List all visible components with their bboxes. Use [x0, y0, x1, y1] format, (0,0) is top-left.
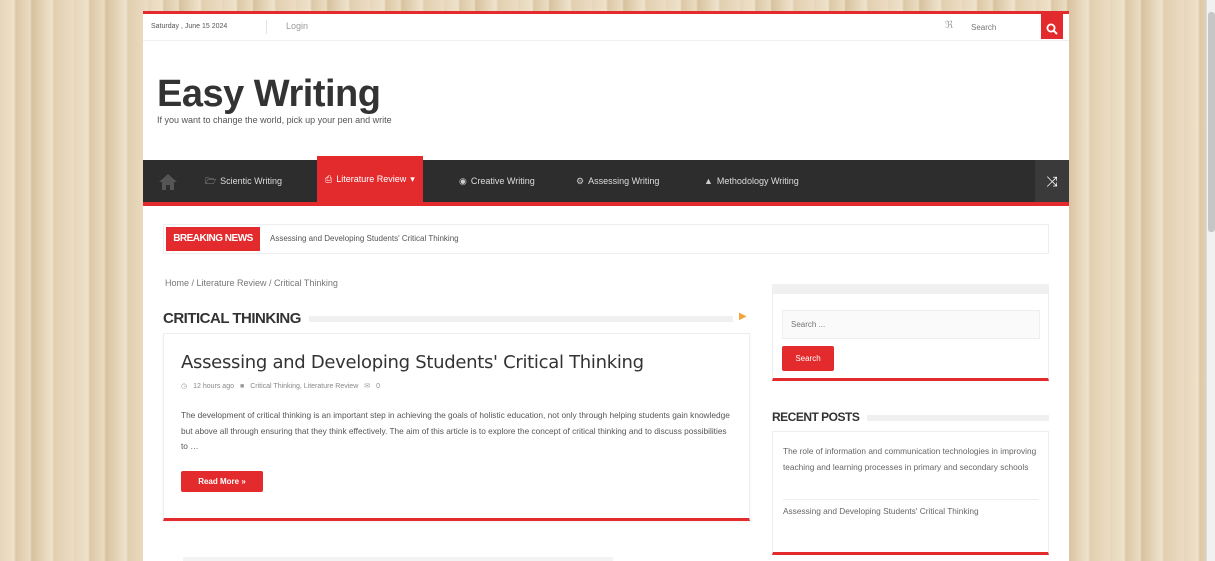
clock-icon: ◷	[181, 383, 188, 390]
site-title[interactable]: Easy Writing	[157, 74, 392, 114]
sidebar-search-input[interactable]	[782, 310, 1040, 339]
folder-icon: 🗁	[205, 176, 217, 186]
nav-item-creative-writing[interactable]: ◉ Creative Writing	[449, 160, 545, 202]
nav-item-assessing-writing[interactable]: ⚙ Assessing Writing	[566, 160, 669, 202]
gears-icon: ⚙	[576, 176, 585, 186]
post-meta: ◷ 12 hours ago ■ Critical Thinking, Lite…	[181, 382, 380, 391]
read-more-button[interactable]: Read More »	[181, 471, 263, 492]
home-icon[interactable]	[157, 172, 187, 194]
comments-icon: ✉	[364, 383, 371, 390]
category-heading: CRITICAL THINKING ▶	[163, 310, 750, 330]
nav-item-label: Creative Writing	[470, 176, 535, 186]
folder-icon: ■	[239, 382, 245, 390]
main-navigation: 🗁 Scientic Writing ⎙ Literature Review ▾…	[143, 156, 1069, 206]
recent-posts-widget: The role of information and communicatio…	[772, 431, 1049, 555]
scrollbar-thumb[interactable]	[1208, 12, 1215, 232]
rss-icon[interactable]: ℜ	[945, 20, 953, 31]
post-time: 12 hours ago	[193, 382, 234, 390]
post-excerpt: The development of critical thinking is …	[181, 410, 730, 451]
nav-item-methodology-writing[interactable]: ▲ Methodology Writing	[694, 160, 809, 202]
top-bar: Saturday , June 15 2024 Login ℜ	[143, 11, 1069, 41]
nav-item-label: Literature Review	[336, 174, 407, 184]
nav-item-label: Methodology Writing	[716, 176, 799, 186]
site-tagline: If you want to change the world, pick up…	[157, 115, 392, 125]
shuffle-icon: ⤨	[1046, 173, 1058, 189]
post-title[interactable]: Assessing and Developing Students' Criti…	[181, 352, 644, 373]
book-icon: ⎙	[325, 174, 333, 184]
divider	[783, 499, 1038, 500]
page-container: Saturday , June 15 2024 Login ℜ Easy Wri…	[143, 11, 1069, 561]
rss-feed-icon[interactable]: ▶	[739, 311, 747, 322]
top-search-button[interactable]	[1041, 14, 1063, 39]
nav-item-scientic-writing[interactable]: 🗁 Scientic Writing	[195, 160, 292, 202]
divider	[266, 20, 267, 34]
page-scrollbar[interactable]	[1206, 0, 1215, 561]
recent-posts-title: RECENT POSTS	[772, 410, 868, 424]
nav-item-label: Assessing Writing	[588, 176, 660, 186]
recent-post-link[interactable]: The role of information and communicatio…	[783, 444, 1038, 475]
post-categories[interactable]: Critical Thinking, Literature Review	[250, 383, 358, 390]
category-title: CRITICAL THINKING	[163, 310, 309, 327]
current-date: Saturday , June 15 2024	[151, 23, 228, 30]
login-link[interactable]: Login	[286, 21, 308, 31]
breaking-news-bar: BREAKING NEWS Assessing and Developing S…	[163, 224, 1049, 254]
next-post-placeholder	[183, 557, 613, 561]
recent-posts-heading: RECENT POSTS	[772, 410, 1049, 428]
graduation-cap-icon: ▲	[704, 176, 713, 186]
breaking-news-label: BREAKING NEWS	[166, 227, 260, 251]
top-search-input[interactable]	[965, 19, 1035, 36]
nav-item-label: Scientic Writing	[220, 176, 283, 186]
heading-divider	[858, 415, 1049, 421]
eye-icon: ◉	[459, 176, 467, 186]
post-card: Assessing and Developing Students' Criti…	[163, 333, 750, 521]
chevron-down-icon: ▾	[410, 174, 415, 184]
recent-post-link[interactable]: Assessing and Developing Students' Criti…	[783, 504, 1038, 520]
breaking-news-link[interactable]: Assessing and Developing Students' Criti…	[270, 234, 459, 243]
nav-item-literature-review[interactable]: ⎙ Literature Review ▾	[317, 156, 423, 202]
post-comments-count[interactable]: 0	[376, 383, 380, 390]
sidebar-search-button[interactable]: Search	[782, 346, 834, 371]
heading-divider	[301, 316, 733, 322]
breadcrumb[interactable]: Home / Literature Review / Critical Thin…	[165, 278, 338, 288]
search-icon	[1046, 23, 1058, 35]
site-logo[interactable]: Easy Writing If you want to change the w…	[157, 74, 392, 125]
random-article-button[interactable]: ⤨	[1035, 160, 1069, 202]
sidebar-search-widget: Search	[772, 284, 1049, 381]
